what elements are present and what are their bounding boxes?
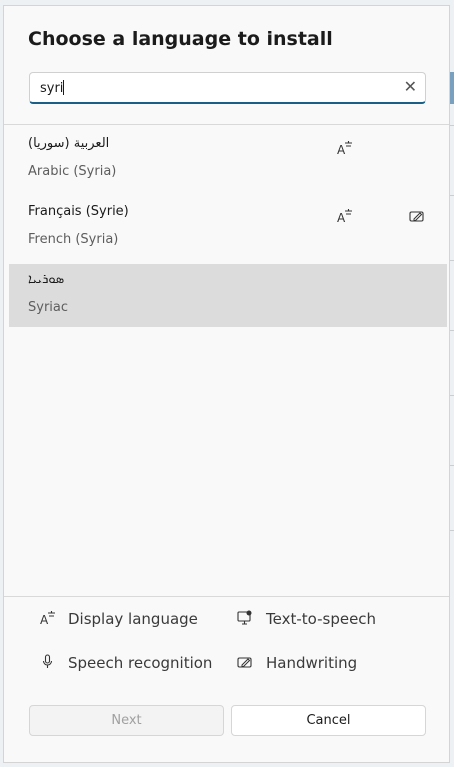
close-icon[interactable]: ✕ bbox=[404, 78, 417, 96]
language-english-name: Arabic (Syria) bbox=[28, 164, 117, 179]
display-language-icon: A bbox=[337, 208, 353, 228]
svg-text:A: A bbox=[337, 211, 346, 224]
legend-speech-recognition: Speech recognition bbox=[68, 654, 213, 672]
language-native-name: ܣܘܪܝܝܐ bbox=[28, 272, 65, 287]
language-native-name: Français (Syrie) bbox=[28, 204, 129, 219]
install-language-dialog: Choose a language to install syri ✕ العر… bbox=[3, 5, 450, 763]
list-item-arabic-syria[interactable]: العربية (سوريا) Arabic (Syria) A bbox=[9, 128, 447, 191]
language-english-name: French (Syria) bbox=[28, 232, 119, 247]
display-language-icon: A bbox=[337, 140, 353, 160]
divider bbox=[4, 124, 449, 125]
next-button[interactable]: Next bbox=[29, 705, 224, 736]
svg-text:A: A bbox=[40, 613, 49, 626]
microphone-icon bbox=[40, 654, 56, 674]
cancel-button[interactable]: Cancel bbox=[231, 705, 426, 736]
display-language-icon: A bbox=[40, 610, 56, 630]
list-item-french-syria[interactable]: Français (Syrie) French (Syria) A bbox=[9, 196, 447, 259]
language-native-name: العربية (سوريا) bbox=[28, 136, 110, 151]
legend-display-language: Display language bbox=[68, 610, 198, 628]
divider bbox=[4, 596, 449, 597]
legend-text-to-speech: Text-to-speech bbox=[266, 610, 377, 628]
handwriting-icon bbox=[237, 654, 253, 674]
legend-handwriting: Handwriting bbox=[266, 654, 358, 672]
search-value: syri bbox=[40, 81, 64, 96]
text-caret bbox=[63, 80, 65, 95]
handwriting-icon bbox=[409, 208, 425, 228]
dialog-title: Choose a language to install bbox=[28, 28, 333, 50]
search-input[interactable]: syri ✕ bbox=[29, 72, 426, 104]
list-item-syriac[interactable]: ܣܘܪܝܝܐ Syriac bbox=[9, 264, 447, 327]
text-to-speech-icon bbox=[237, 610, 253, 630]
language-english-name: Syriac bbox=[28, 300, 69, 315]
svg-text:A: A bbox=[337, 143, 346, 156]
